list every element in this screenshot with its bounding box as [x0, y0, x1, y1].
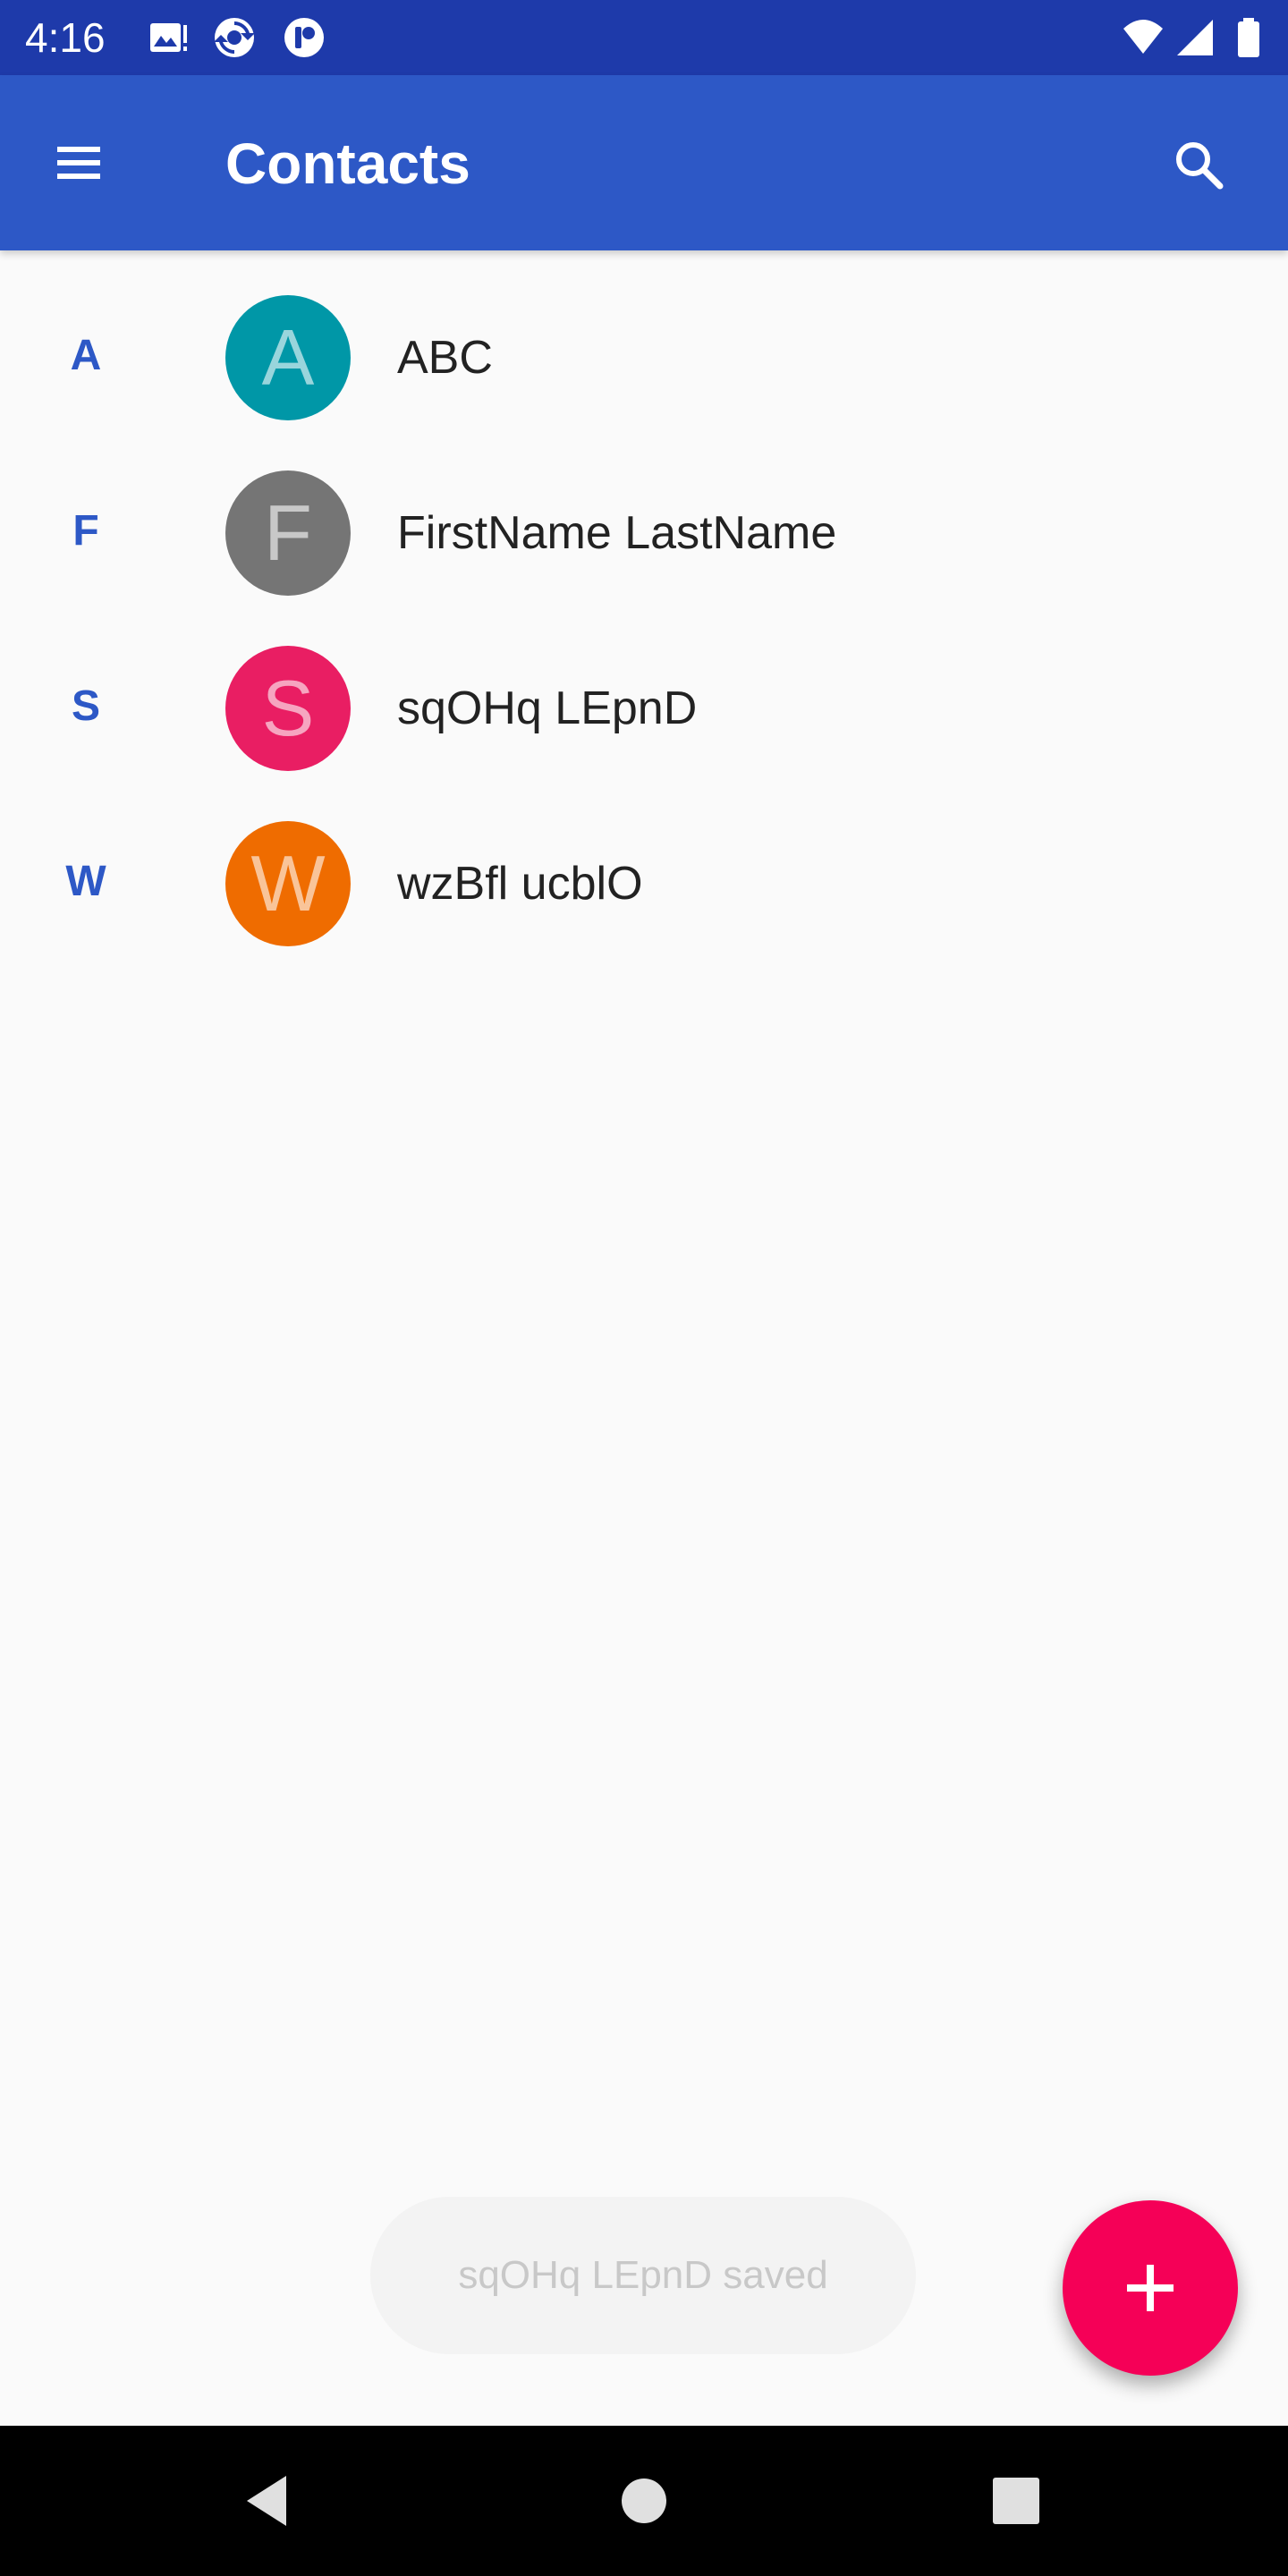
section-letter: W — [65, 858, 106, 905]
avatar: A — [225, 295, 351, 420]
contact-list: A A ABC F F FirstName LastName S SsqOHq LEpnD W W… — [0, 268, 1288, 970]
add-contact-button[interactable] — [1063, 2200, 1238, 2376]
status-bar: 4:16 — [0, 0, 1288, 75]
contact-row[interactable]: A A ABC — [0, 268, 1288, 444]
back-icon[interactable] — [234, 2465, 306, 2537]
app-notification-icon — [284, 18, 324, 57]
section-letter: A — [70, 332, 102, 379]
wifi-icon — [1123, 20, 1163, 54]
navigation-bar — [0, 2426, 1288, 2576]
contact-name: FirstName LastName — [397, 507, 837, 559]
contact-name: ABC — [397, 332, 493, 384]
menu-icon[interactable] — [43, 127, 114, 199]
search-icon[interactable] — [1163, 129, 1234, 200]
status-time: 4:16 — [25, 14, 106, 61]
contact-row[interactable]: S SsqOHq LEpnD — [0, 619, 1288, 794]
recents-icon[interactable] — [980, 2465, 1052, 2537]
battery-icon — [1238, 18, 1259, 57]
sync-icon — [214, 18, 255, 57]
image-notification-icon — [150, 23, 187, 52]
avatar: F — [225, 470, 351, 596]
contact-row[interactable]: W WwzBfl ucblO — [0, 794, 1288, 970]
avatar: W — [225, 821, 351, 946]
cellular-signal-icon — [1177, 20, 1213, 55]
contact-name: wzBfl ucblO — [397, 858, 643, 910]
page-title: Contacts — [225, 131, 470, 196]
add-icon — [1127, 2265, 1174, 2311]
snackbar-text: sqOHq LEpnD saved — [458, 2253, 828, 2297]
section-letter: F — [72, 507, 99, 555]
home-icon[interactable] — [608, 2465, 680, 2537]
section-letter: S — [71, 682, 100, 730]
snackbar: sqOHq LEpnD saved — [370, 2197, 916, 2354]
app-bar: Contacts — [0, 75, 1288, 250]
avatar: S — [225, 646, 351, 771]
contact-name: sqOHq LEpnD — [397, 682, 698, 734]
contact-row[interactable]: F F FirstName LastName — [0, 444, 1288, 619]
